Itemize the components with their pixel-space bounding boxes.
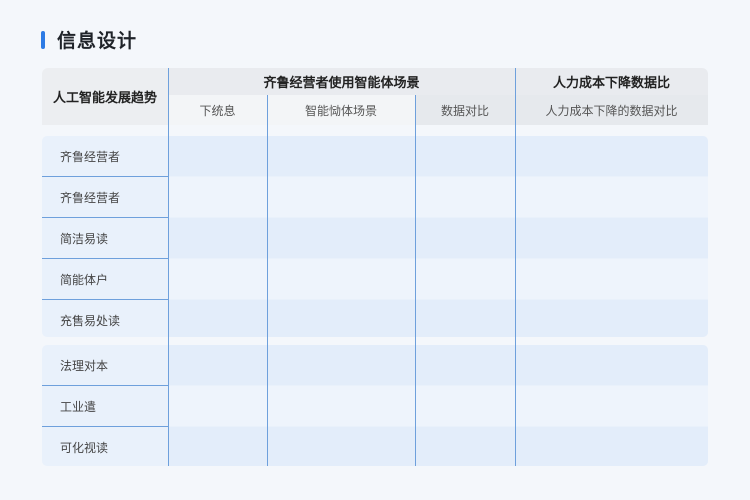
table-body-block-2: 法理对本 工业遣 可化视读 (42, 345, 708, 466)
table-row: 简能体户 (42, 259, 708, 299)
column-divider (415, 95, 416, 466)
table-row: 法理对本 (42, 345, 708, 385)
row-cells (168, 386, 708, 426)
table-row: 工业遣 (42, 386, 708, 426)
group-header-scenarios: 齐鲁经营者使用智能体场景 (168, 68, 515, 95)
row-label: 简洁易读 (60, 231, 109, 246)
row-cells (168, 136, 708, 176)
page-title: 信息设计 (41, 26, 137, 53)
row-cells (168, 427, 708, 466)
table-row: 可化视读 (42, 427, 708, 466)
title-accent-bar (41, 30, 45, 49)
row-label: 工业遣 (60, 399, 97, 414)
row-label: 齐鲁经营者 (60, 190, 121, 205)
table-row: 齐鲁经营者 (42, 177, 708, 217)
table-body-block-1: 齐鲁经营者 齐鲁经营者 简洁易读 简能体户 充售易处读 (42, 136, 708, 337)
column-divider (168, 68, 169, 466)
table-row: 充售易处读 (42, 300, 708, 337)
sub-header-1: 下统息 (168, 95, 267, 125)
row-cells (168, 259, 708, 299)
column-divider (267, 95, 268, 466)
group-header-cost: 人力成本下降数据比 (515, 68, 708, 95)
row-label: 可化视读 (60, 440, 109, 455)
row-cells (168, 300, 708, 337)
row-label: 齐鲁经营者 (60, 149, 121, 164)
sub-header-2: 智能恸体场景 (267, 95, 415, 125)
row-cells (168, 345, 708, 385)
row-cells (168, 218, 708, 258)
sub-header-3: 数据对比 (415, 95, 515, 125)
table-row: 齐鲁经营者 (42, 136, 708, 176)
row-label: 法理对本 (60, 358, 109, 373)
table-row: 简洁易读 (42, 218, 708, 258)
title-text: 信息设计 (57, 30, 138, 52)
row-label: 简能体户 (60, 272, 109, 287)
info-table: 人工智能发展趋势 齐鲁经营者使用智能体场景 人力成本下降数据比 下统息 智能恸体… (42, 68, 708, 466)
sub-header-4: 人力成本下降的数据对比 (515, 95, 708, 125)
corner-header: 人工智能发展趋势 (42, 68, 168, 125)
column-divider (515, 68, 516, 466)
row-label: 充售易处读 (60, 313, 121, 328)
row-cells (168, 177, 708, 217)
